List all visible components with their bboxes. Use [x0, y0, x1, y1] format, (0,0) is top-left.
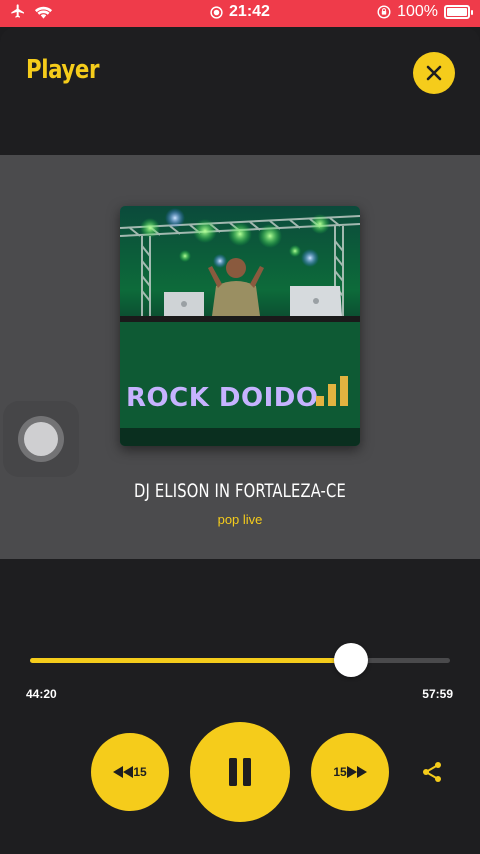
page-title: Player	[26, 55, 100, 85]
cover-image: ROCK DOIDO	[120, 206, 360, 446]
rewind-15-button[interactable]: 15	[91, 733, 169, 811]
track-subtitle: pop live	[217, 512, 263, 527]
screen-record-icon	[210, 5, 223, 19]
share-button[interactable]	[420, 760, 444, 784]
battery-icon	[444, 5, 473, 19]
progress-thumb[interactable]	[334, 643, 369, 677]
pause-icon	[229, 758, 251, 786]
pause-button[interactable]	[190, 722, 290, 822]
status-right: 100%	[377, 3, 473, 21]
fast-forward-icon	[346, 766, 367, 778]
progress-slider[interactable]	[30, 643, 450, 677]
assistive-touch-core	[24, 422, 58, 456]
cover-banner-text: ROCK DOIDO	[126, 383, 318, 413]
share-icon	[423, 762, 441, 782]
assistive-touch-button[interactable]	[3, 401, 79, 477]
close-icon	[426, 65, 442, 81]
forward-label: 15	[333, 765, 347, 779]
forward-15-button[interactable]: 15	[311, 733, 389, 811]
progress-fill	[30, 658, 352, 663]
track-title: DJ ELISON IN FORTALEZA-CE	[134, 480, 346, 502]
assistive-touch-ring	[18, 416, 64, 462]
battery-percent: 100%	[397, 3, 438, 20]
elapsed-time: 44:20	[26, 687, 57, 701]
rewind-icon	[113, 766, 134, 778]
orientation-lock-icon	[377, 5, 391, 19]
battery-fill	[447, 8, 467, 16]
status-time: 21:42	[229, 3, 270, 20]
close-button[interactable]	[413, 52, 455, 94]
rewind-label: 15	[133, 765, 147, 779]
artwork-panel: ROCK DOIDO DJ ELISON IN FORTALEZA-CE pop…	[0, 155, 480, 559]
album-cover: ROCK DOIDO	[120, 206, 360, 446]
total-time: 57:59	[422, 687, 453, 701]
status-bar: 21:42 100%	[0, 0, 480, 27]
